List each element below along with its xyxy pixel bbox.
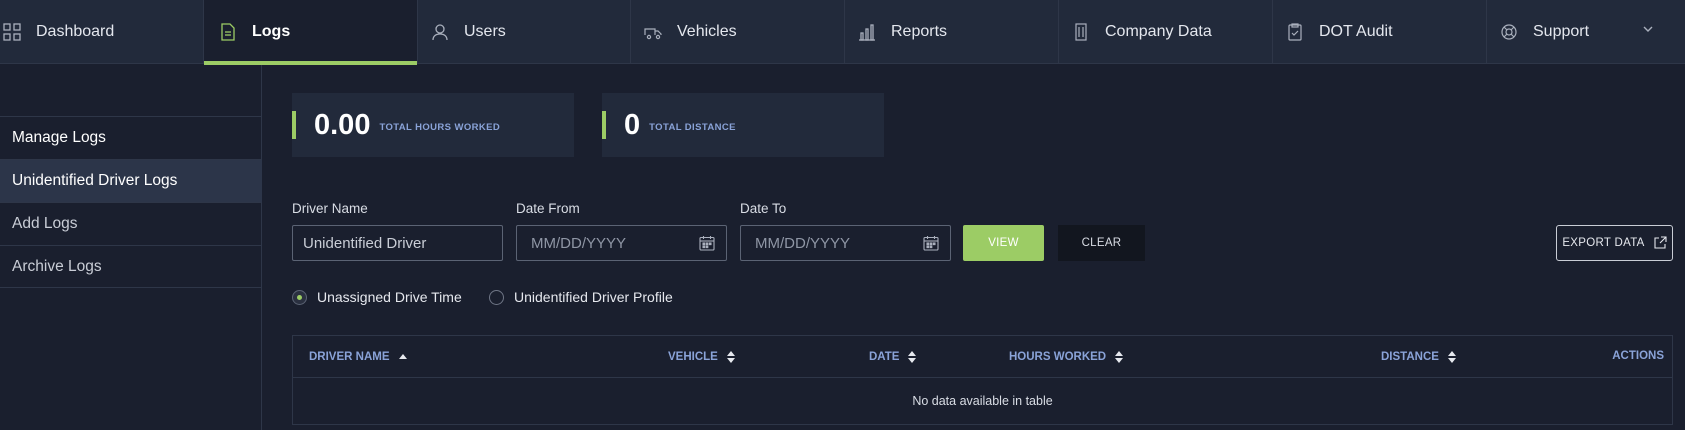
column-label: ACTIONS	[1612, 350, 1664, 362]
stat-card-distance: 0 TOTAL DISTANCE	[602, 93, 884, 157]
sidebar: Manage Logs Unidentified Driver Logs Add…	[0, 65, 262, 430]
column-header-actions: ACTIONS	[1612, 350, 1664, 362]
chevron-down-icon[interactable]	[1641, 22, 1655, 41]
sort-icon	[908, 351, 917, 363]
building-icon	[1071, 22, 1091, 42]
stat-card-hours: 0.00 TOTAL HOURS WORKED	[292, 93, 574, 157]
nav-label: Vehicles	[677, 23, 737, 40]
driver-name-label: Driver Name	[292, 201, 368, 216]
column-header-vehicle[interactable]: VEHICLE	[668, 350, 736, 364]
stat-accent-bar	[292, 111, 296, 139]
sidebar-item-label: Unidentified Driver Logs	[12, 172, 178, 189]
sidebar-item-add-logs[interactable]: Add Logs	[0, 202, 262, 245]
radio-unassigned-drive-time[interactable]: Unassigned Drive Time	[292, 289, 462, 305]
column-header-distance[interactable]: DISTANCE	[1381, 350, 1457, 364]
sort-icon	[1447, 351, 1456, 363]
nav-label: Users	[464, 23, 506, 40]
nav-item-dashboard[interactable]: Dashboard	[0, 0, 204, 64]
date-from-placeholder: MM/DD/YYYY	[531, 234, 627, 252]
radio-unidentified-driver-profile[interactable]: Unidentified Driver Profile	[489, 289, 673, 305]
sidebar-item-archive-logs[interactable]: Archive Logs	[0, 245, 262, 288]
nav-item-dot-audit[interactable]: DOT Audit	[1273, 0, 1487, 64]
nav-item-reports[interactable]: Reports	[845, 0, 1059, 64]
sidebar-item-label: Archive Logs	[12, 257, 102, 275]
stat-label: TOTAL HOURS WORKED	[379, 121, 501, 133]
top-navigation: Dashboard Logs Users Vehicles Reports Co…	[0, 0, 1685, 65]
external-link-icon	[1654, 236, 1667, 249]
sidebar-item-manage-logs[interactable]: Manage Logs	[0, 116, 262, 159]
column-label: HOURS WORKED	[1009, 351, 1107, 363]
driver-name-input[interactable]: Unidentified Driver	[292, 225, 503, 261]
column-label: VEHICLE	[668, 351, 718, 363]
bar-chart-icon	[857, 22, 877, 42]
radio-button-checked[interactable]	[292, 289, 307, 305]
column-label: DISTANCE	[1381, 351, 1439, 363]
lifebuoy-icon	[1499, 22, 1519, 42]
column-header-date[interactable]: DATE	[869, 350, 917, 364]
radio-button-unchecked[interactable]	[489, 289, 504, 305]
column-label: DRIVER NAME	[309, 351, 390, 363]
grid-icon	[2, 22, 22, 42]
date-from-input[interactable]: MM/DD/YYYY	[516, 225, 727, 261]
nav-label: Logs	[252, 23, 291, 40]
sidebar-item-label: Manage Logs	[12, 129, 106, 146]
nav-item-users[interactable]: Users	[418, 0, 631, 64]
export-data-button[interactable]: EXPORT DATA	[1556, 225, 1673, 261]
clear-button[interactable]: CLEAR	[1058, 225, 1145, 261]
document-icon	[218, 22, 238, 42]
column-header-hours-worked[interactable]: HOURS WORKED	[1009, 350, 1124, 364]
nav-item-logs[interactable]: Logs	[204, 0, 418, 65]
sort-icon	[726, 351, 735, 363]
radio-label: Unassigned Drive Time	[317, 289, 462, 305]
date-to-input[interactable]: MM/DD/YYYY	[740, 225, 951, 261]
nav-label: Company Data	[1105, 23, 1212, 40]
clipboard-check-icon	[1285, 22, 1305, 42]
sidebar-item-unidentified-driver-logs[interactable]: Unidentified Driver Logs	[0, 159, 262, 202]
nav-label: Support	[1533, 23, 1590, 40]
truck-icon	[643, 22, 663, 42]
calendar-icon[interactable]	[923, 235, 939, 251]
column-header-driver-name[interactable]: DRIVER NAME	[309, 350, 408, 364]
stat-label: TOTAL DISTANCE	[649, 121, 736, 133]
nav-item-vehicles[interactable]: Vehicles	[631, 0, 845, 64]
table-header: DRIVER NAME VEHICLE DATE HOURS WORKED DI…	[293, 336, 1672, 378]
sort-icon	[1115, 351, 1124, 363]
date-to-placeholder: MM/DD/YYYY	[755, 234, 851, 252]
date-from-label: Date From	[516, 201, 580, 216]
stat-value: 0	[624, 108, 641, 141]
radio-label: Unidentified Driver Profile	[514, 289, 673, 305]
logs-table: DRIVER NAME VEHICLE DATE HOURS WORKED DI…	[292, 335, 1673, 425]
export-data-label: EXPORT DATA	[1562, 237, 1645, 249]
stat-value: 0.00	[314, 108, 371, 141]
sort-ascending-icon	[398, 354, 407, 359]
nav-label: Dashboard	[36, 23, 115, 40]
column-label: DATE	[869, 351, 900, 363]
nav-item-company-data[interactable]: Company Data	[1059, 0, 1273, 64]
empty-table-message: No data available in table	[912, 394, 1053, 408]
user-icon	[430, 22, 450, 42]
calendar-icon[interactable]	[699, 235, 715, 251]
stat-accent-bar	[602, 111, 606, 139]
nav-label: Reports	[891, 23, 948, 40]
driver-name-value: Unidentified Driver	[303, 234, 427, 252]
view-button[interactable]: VIEW	[963, 225, 1044, 261]
nav-label: DOT Audit	[1319, 23, 1393, 40]
date-to-label: Date To	[740, 201, 787, 216]
sidebar-item-label: Add Logs	[12, 215, 78, 232]
nav-item-support[interactable]: Support	[1487, 0, 1685, 64]
